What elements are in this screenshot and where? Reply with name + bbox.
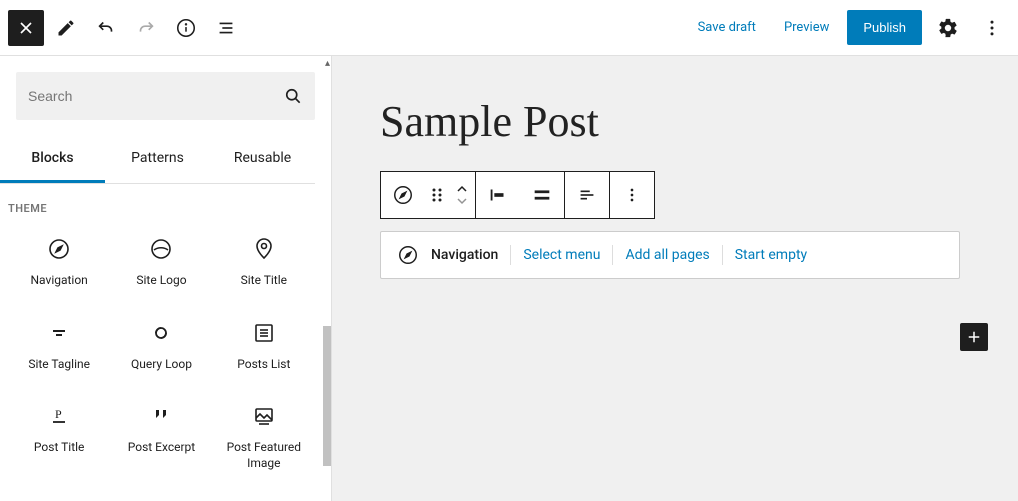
image-icon [252,404,276,428]
block-site-tagline[interactable]: Site Tagline [8,309,110,385]
undo-button[interactable] [88,10,124,46]
post-title[interactable]: Sample Post [380,96,978,147]
block-toolbar [380,171,655,219]
drag-handle[interactable] [425,172,449,218]
tab-blocks[interactable]: Blocks [0,136,105,183]
redo-button[interactable] [128,10,164,46]
edit-icon[interactable] [48,10,84,46]
toolbar-left-group [8,10,244,46]
block-type-button[interactable] [381,172,425,218]
compass-icon [397,244,419,266]
block-mover[interactable] [449,172,475,218]
more-options-button[interactable] [974,10,1010,46]
save-draft-button[interactable]: Save draft [688,12,766,43]
svg-text:P: P [55,407,62,421]
preview-button[interactable]: Preview [774,12,839,43]
divider [510,245,511,265]
block-label: Posts List [237,357,290,373]
close-button[interactable] [8,10,44,46]
section-title-theme: THEME [8,184,315,225]
logo-icon [149,237,173,261]
align-button[interactable] [520,172,564,218]
add-block-button[interactable] [960,323,988,351]
scrollbar-thumb[interactable] [323,326,331,466]
block-label: Site Tagline [28,357,90,373]
list-icon [252,321,276,345]
navigation-block-placeholder: Navigation Select menu Add all pages Sta… [380,231,960,279]
loop-icon [149,321,173,345]
tagline-icon [47,321,71,345]
block-navigation[interactable]: Navigation [8,225,110,301]
block-label: Site Title [241,273,287,289]
block-site-title[interactable]: Site Title [213,225,315,301]
tab-reusable[interactable]: Reusable [210,136,315,183]
editor-canvas[interactable]: Sample Post [332,56,1018,501]
block-posts-list[interactable]: Posts List [213,309,315,385]
align-wide-button[interactable] [565,172,609,218]
excerpt-icon [149,404,173,428]
block-query-loop[interactable]: Query Loop [110,309,212,385]
post-title-icon: P [47,404,71,428]
block-more-button[interactable] [610,172,654,218]
search-input[interactable] [28,88,283,104]
start-empty-link[interactable]: Start empty [735,247,807,263]
navigation-label: Navigation [431,247,498,263]
search-icon [283,86,303,106]
main-area: ▴ Blocks Patterns Reusable THEME Navigat… [0,56,1018,501]
scroll-up-arrow[interactable]: ▴ [325,58,330,69]
block-label: Post Featured Image [217,440,311,471]
inserter-tabs: Blocks Patterns Reusable [0,136,315,184]
settings-button[interactable] [930,10,966,46]
pin-icon [252,237,276,261]
compass-icon [47,237,71,261]
block-post-title[interactable]: P Post Title [8,392,110,483]
block-post-excerpt[interactable]: Post Excerpt [110,392,212,483]
divider [722,245,723,265]
info-button[interactable] [168,10,204,46]
top-toolbar: Save draft Preview Publish [0,0,1018,56]
tab-patterns[interactable]: Patterns [105,136,210,183]
block-label: Navigation [31,273,88,289]
block-grid: Navigation Site Logo Site Title Site Tag… [8,225,315,483]
block-label: Query Loop [131,357,192,373]
block-label: Post Excerpt [128,440,195,456]
select-menu-link[interactable]: Select menu [523,247,600,263]
block-post-featured-image[interactable]: Post Featured Image [213,392,315,483]
block-inserter-sidebar: ▴ Blocks Patterns Reusable THEME Navigat… [0,56,332,501]
justify-left-button[interactable] [476,172,520,218]
add-all-pages-link[interactable]: Add all pages [625,247,709,263]
outline-button[interactable] [208,10,244,46]
toolbar-right-group: Save draft Preview Publish [688,10,1010,46]
divider [612,245,613,265]
block-label: Post Title [34,440,84,456]
search-box[interactable] [16,72,315,120]
block-site-logo[interactable]: Site Logo [110,225,212,301]
block-label: Site Logo [136,273,186,289]
publish-button[interactable]: Publish [847,10,922,45]
